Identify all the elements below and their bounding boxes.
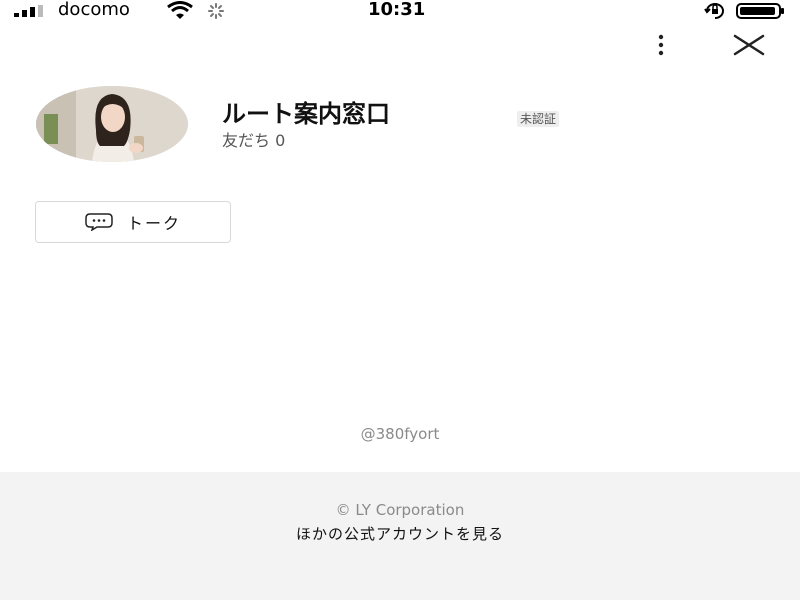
account-id: @380fyort xyxy=(360,425,440,443)
official-account-profile-screen: docomo 10:31 ルート案内窓口 未認証 友だち 0 トーク @380f… xyxy=(0,0,800,600)
clock: 10:31 xyxy=(368,0,426,20)
chat-bubble-icon xyxy=(85,213,113,231)
footer: © LY Corporation ほかの公式アカウントを見る xyxy=(0,472,800,600)
talk-button[interactable]: トーク xyxy=(35,201,231,243)
wifi-icon xyxy=(167,1,193,19)
more-vertical-icon[interactable] xyxy=(648,32,674,58)
other-accounts-link[interactable]: ほかの公式アカウントを見る xyxy=(0,523,800,545)
account-name: ルート案内窓口 xyxy=(222,100,390,128)
rotation-lock-icon xyxy=(704,3,724,19)
carrier-name: docomo xyxy=(58,0,130,20)
status-bar: docomo 10:31 xyxy=(0,0,800,24)
loading-icon xyxy=(208,3,224,19)
signal-icon xyxy=(14,5,43,17)
verification-badge: 未認証 xyxy=(517,111,560,127)
avatar-photo xyxy=(36,86,188,162)
talk-button-label: トーク xyxy=(126,214,181,233)
friends-count: 友だち 0 xyxy=(222,131,286,150)
copyright: © LY Corporation xyxy=(335,501,465,519)
avatar[interactable] xyxy=(36,86,188,162)
battery-icon xyxy=(736,3,784,19)
close-icon[interactable] xyxy=(731,30,767,60)
